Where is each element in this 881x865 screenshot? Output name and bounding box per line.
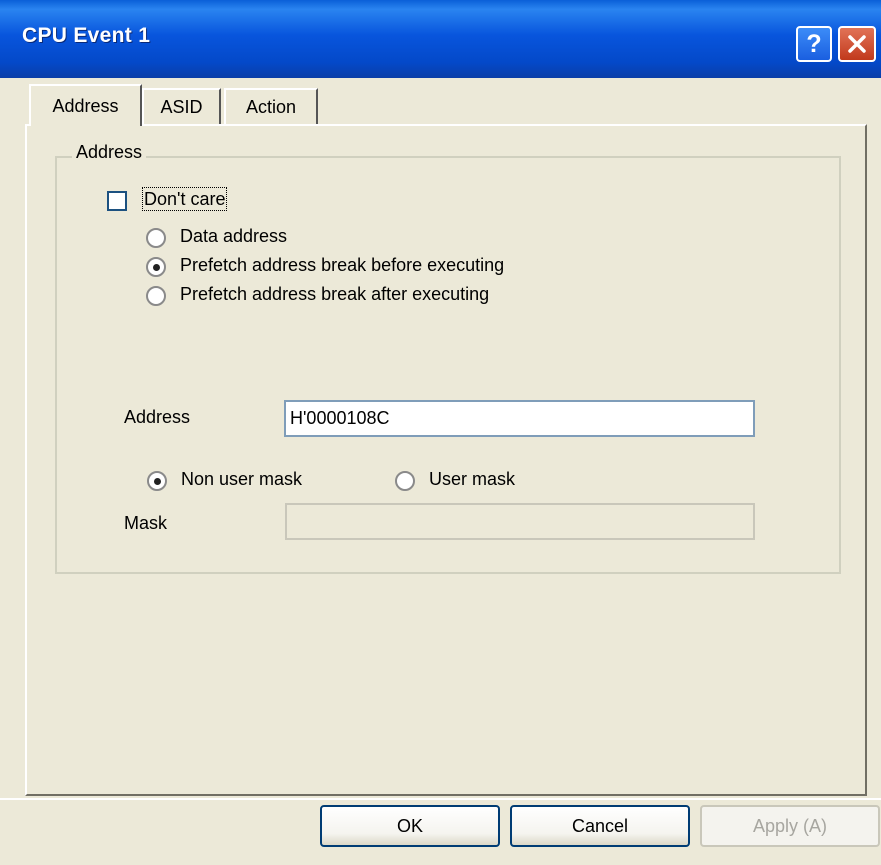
address-input[interactable] xyxy=(284,400,755,437)
address-field-label: Address xyxy=(124,407,191,427)
radio-non-user-mask-label[interactable]: Non user mask xyxy=(181,469,302,490)
title-bar[interactable]: CPU Event 1 ? xyxy=(0,0,881,78)
close-icon xyxy=(848,35,866,53)
radio-prefetch-before-label[interactable]: Prefetch address break before executing xyxy=(180,255,504,276)
address-group-legend: Address xyxy=(72,142,147,163)
footer-divider xyxy=(0,798,881,800)
cancel-button[interactable]: Cancel xyxy=(510,805,690,847)
apply-button-label: Apply (A) xyxy=(752,815,828,836)
ok-button[interactable]: OK xyxy=(320,805,500,847)
radio-prefetch-before[interactable] xyxy=(146,257,166,277)
help-button[interactable]: ? xyxy=(796,26,832,62)
cpu-event-dialog: CPU Event 1 ? Address ASID Action Addres… xyxy=(0,0,881,865)
radio-prefetch-after[interactable] xyxy=(146,286,166,306)
mask-field-label: Mask xyxy=(124,513,168,533)
window-title: CPU Event 1 xyxy=(22,24,151,47)
dont-care-checkbox[interactable] xyxy=(107,191,127,211)
tab-asid[interactable]: ASID xyxy=(142,88,221,124)
tab-action-label: Action xyxy=(245,96,297,117)
dont-care-label[interactable]: Don't care xyxy=(141,187,228,211)
tab-action[interactable]: Action xyxy=(224,88,318,124)
radio-data-address-label[interactable]: Data address xyxy=(180,226,287,247)
ok-button-label: OK xyxy=(396,815,423,836)
tab-address-label: Address xyxy=(52,95,119,116)
apply-button: Apply (A) xyxy=(700,805,880,847)
tab-asid-label: ASID xyxy=(160,96,203,117)
radio-data-address[interactable] xyxy=(146,228,166,248)
close-button[interactable] xyxy=(838,26,876,62)
radio-user-mask-label[interactable]: User mask xyxy=(429,469,515,490)
mask-input xyxy=(285,503,755,540)
radio-prefetch-after-label[interactable]: Prefetch address break after executing xyxy=(180,284,489,305)
cancel-button-label: Cancel xyxy=(571,815,629,836)
radio-non-user-mask[interactable] xyxy=(147,471,167,491)
question-mark-icon: ? xyxy=(806,29,822,58)
radio-user-mask[interactable] xyxy=(395,471,415,491)
tab-address[interactable]: Address xyxy=(29,84,142,126)
